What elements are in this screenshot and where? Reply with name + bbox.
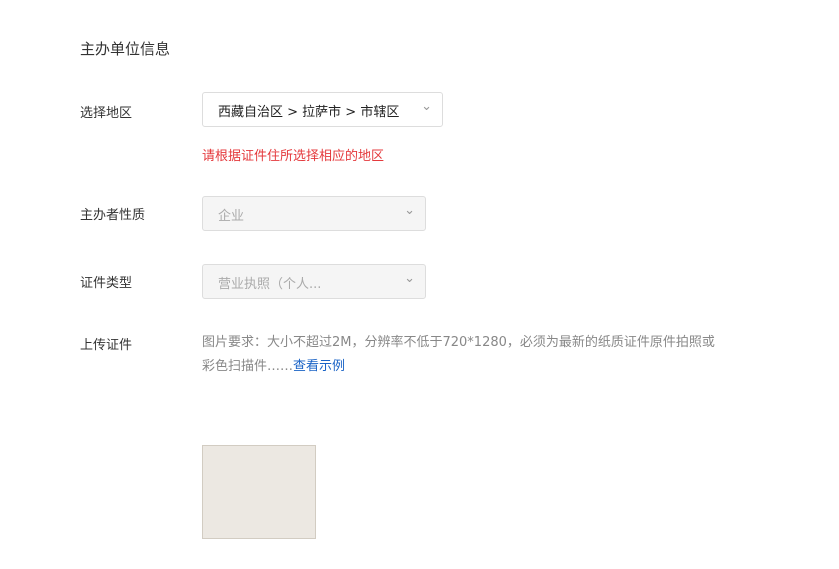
chevron-down-icon: ⌄ — [404, 203, 415, 218]
view-example-link[interactable]: 查看示例 — [293, 359, 345, 374]
region-tip: 请根据证件住所选择相应的地区 — [202, 149, 385, 164]
host-label: 主办者性质 — [80, 208, 146, 223]
chevron-down-icon: ⌄ — [421, 99, 432, 114]
host-select[interactable]: 企业 ⌄ — [202, 196, 426, 231]
cert-select[interactable]: 营业执照（个人... ⌄ — [202, 264, 426, 299]
chevron-down-icon: ⌄ — [404, 271, 415, 286]
requirements-text: 图片要求：大小不超过2M，分辨率不低于720*1280，必须为最新的纸质证件原件… — [202, 335, 715, 374]
cert-value: 营业执照（个人... — [218, 277, 322, 292]
section-title: 主办单位信息 — [80, 40, 171, 58]
region-label: 选择地区 — [80, 106, 133, 121]
upload-label: 上传证件 — [80, 338, 133, 353]
host-value: 企业 — [218, 209, 245, 224]
license-image — [202, 445, 316, 539]
cert-label: 证件类型 — [80, 276, 133, 291]
upload-requirements: 图片要求：大小不超过2M，分辨率不低于720*1280，必须为最新的纸质证件原件… — [202, 331, 722, 379]
region-select[interactable]: 西藏自治区 > 拉萨市 > 市辖区 ⌄ — [202, 92, 443, 127]
region-value: 西藏自治区 > 拉萨市 > 市辖区 — [218, 105, 400, 120]
